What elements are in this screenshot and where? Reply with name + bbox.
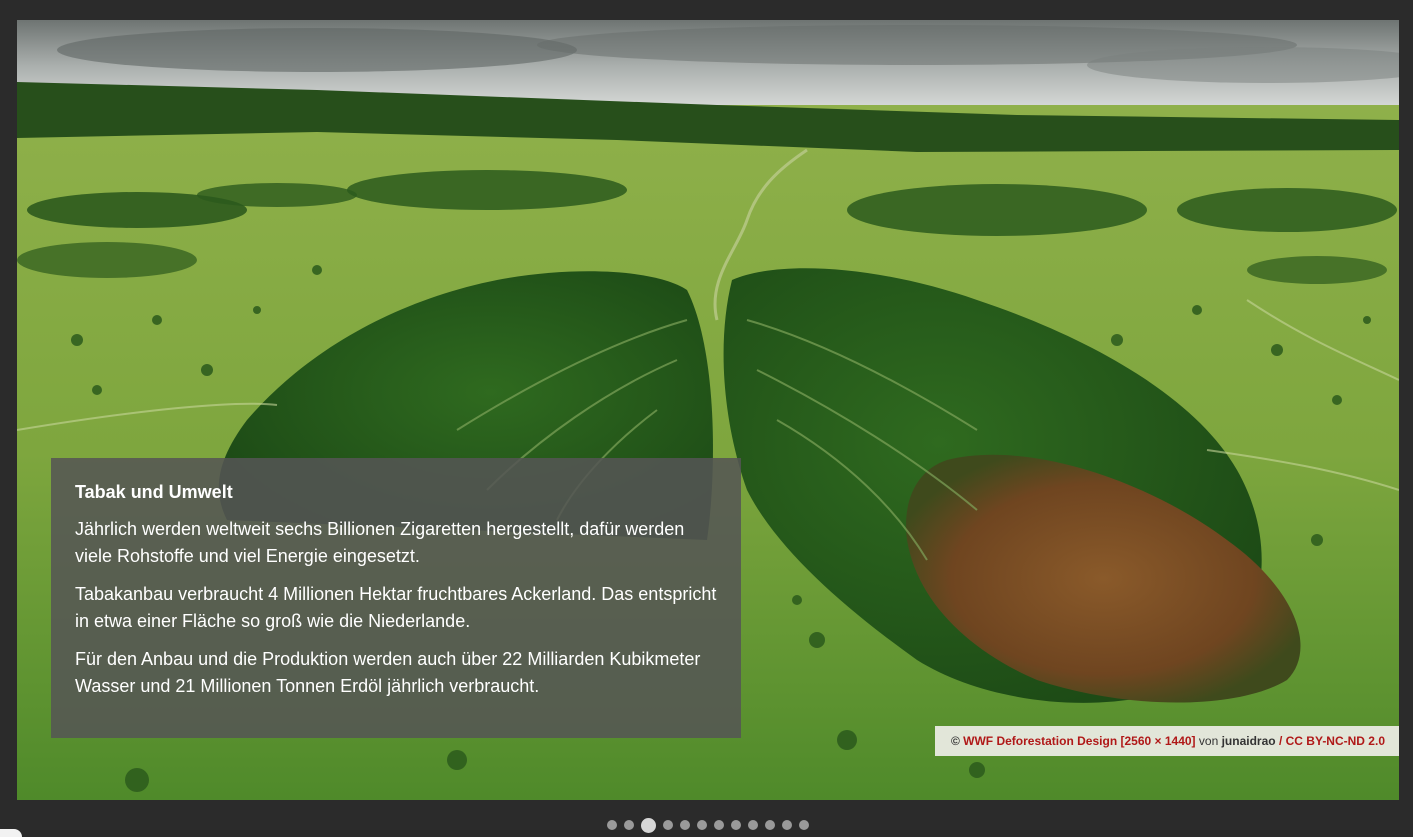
- caption-paragraph-2: Tabakanbau verbraucht 4 Millionen Hektar…: [75, 584, 717, 631]
- image-source-link[interactable]: WWF Deforestation Design [2560 × 1440]: [963, 734, 1195, 748]
- slideshow-stage[interactable]: Tabak und Umwelt Jährlich werden weltwei…: [17, 20, 1399, 800]
- pagination-dot[interactable]: [782, 820, 792, 830]
- caption-paragraph-3: Für den Anbau und die Produktion werden …: [75, 649, 701, 696]
- corner-decoration: [0, 829, 22, 837]
- pagination-dot[interactable]: [680, 820, 690, 830]
- credit-separator: /: [1278, 734, 1283, 748]
- pagination-dot[interactable]: [714, 820, 724, 830]
- pagination-dot[interactable]: [624, 820, 634, 830]
- pagination-dot[interactable]: [731, 820, 741, 830]
- pagination-dot[interactable]: [607, 820, 617, 830]
- image-credit: © WWF Deforestation Design [2560 × 1440]…: [934, 726, 1399, 756]
- pagination-dot[interactable]: [748, 820, 758, 830]
- credit-author: junaidrao: [1221, 734, 1276, 748]
- pagination-dot[interactable]: [765, 820, 775, 830]
- license-link[interactable]: CC BY-NC-ND 2.0: [1286, 734, 1385, 748]
- pagination-dot[interactable]: [663, 820, 673, 830]
- pagination-dot-active[interactable]: [641, 817, 656, 833]
- pagination-dot[interactable]: [799, 820, 809, 830]
- caption-paragraph-1: Jährlich werden weltweit sechs Billionen…: [75, 519, 685, 566]
- credit-by-text: von: [1198, 734, 1219, 748]
- pagination-dot[interactable]: [697, 820, 707, 830]
- slide-caption: Tabak und Umwelt Jährlich werden weltwei…: [51, 458, 741, 738]
- copyright-symbol: ©: [950, 734, 960, 748]
- slide-pagination: [0, 817, 1413, 833]
- caption-title: Tabak und Umwelt: [75, 482, 233, 502]
